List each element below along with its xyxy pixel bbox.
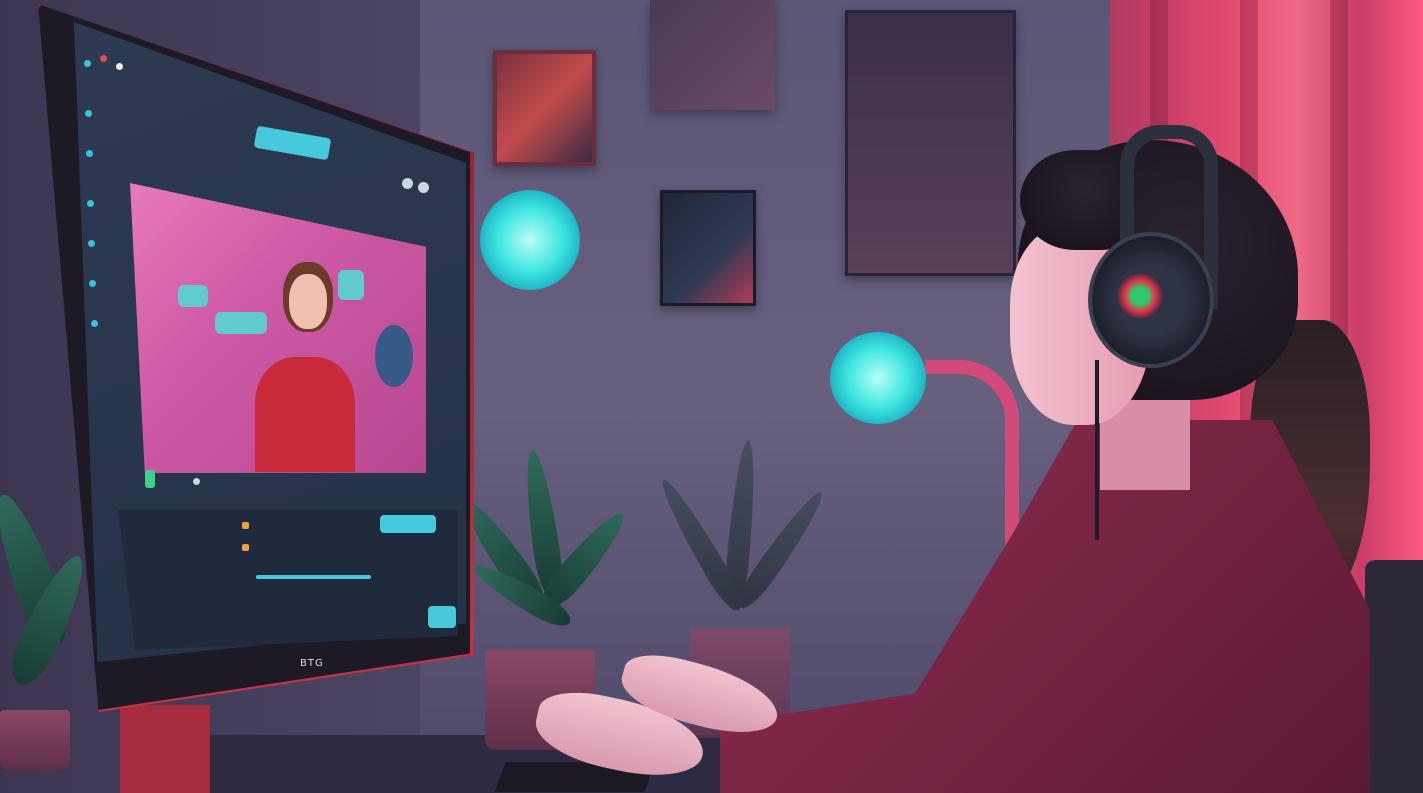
headset-cable <box>1095 360 1099 540</box>
sidebar-icon[interactable] <box>87 200 94 207</box>
wall-light <box>480 190 580 290</box>
send-button[interactable] <box>380 515 436 533</box>
monitor-stand <box>120 705 210 793</box>
notification-icon <box>242 522 249 529</box>
sidebar-icon[interactable] <box>85 110 92 117</box>
monitor-brand: BTG <box>300 658 324 669</box>
chat-bubble <box>178 285 208 307</box>
plant <box>0 487 96 770</box>
settings-icon[interactable] <box>402 178 413 189</box>
wall-picture <box>493 50 596 166</box>
avatar[interactable] <box>116 63 123 70</box>
sidebar-icon[interactable] <box>84 60 91 67</box>
notification-icon <box>242 544 249 551</box>
wall-picture <box>845 10 1016 276</box>
sidebar-icon[interactable] <box>91 320 98 327</box>
sidebar-icon[interactable] <box>86 150 93 157</box>
wall-picture <box>650 0 775 110</box>
chair <box>1365 560 1423 793</box>
user-icon[interactable] <box>193 478 200 485</box>
submit-button[interactable] <box>428 606 456 628</box>
lamp-icon <box>830 332 926 424</box>
headset-light <box>1116 272 1164 320</box>
wall-picture <box>660 190 756 306</box>
scene: BTG <box>0 0 1423 793</box>
close-icon[interactable] <box>100 55 107 62</box>
streamer-figure <box>255 262 355 472</box>
gear-icon[interactable] <box>418 182 429 193</box>
bangs <box>1020 150 1130 250</box>
play-icon[interactable] <box>375 325 413 387</box>
sidebar-icon[interactable] <box>89 280 96 287</box>
sidebar-icon[interactable] <box>88 240 95 247</box>
mic-icon[interactable] <box>145 470 155 488</box>
progress-bar <box>256 575 371 579</box>
